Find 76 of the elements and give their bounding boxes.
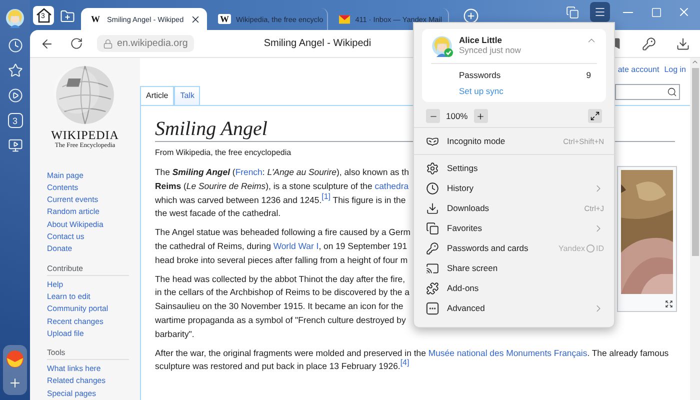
settings-icon [426,162,439,174]
menu-item[interactable]: Share screen [414,258,614,278]
article-link[interactable]: cathedra [374,180,409,191]
cast-icon [426,262,439,274]
star-icon [8,63,22,78]
house-icon [36,8,52,23]
fullscreen-button[interactable] [588,109,602,123]
footnote-link[interactable]: [4] [400,358,410,368]
yandex-id-badge: Yandex ID [558,244,604,252]
mail-icon[interactable] [6,350,24,368]
back-icon [40,36,54,50]
download-icon [676,36,690,50]
avatar-icon [5,8,25,28]
menu-item[interactable]: Passwords and cards Yandex ID [414,238,614,258]
scrollbar-thumb[interactable] [692,68,698,256]
search-icon [667,87,677,97]
article-paragraph: The Angel statue was beheaded following a fire caused by a Germ the cathedral of Reims, during World War I, on 19 September 191 head broke into several pieces after falling from a height of four m [155,226,410,267]
wikipedia-wordmark: WIKIPEDIA [51,128,119,142]
article-subtitle: From Wikipedia, the free encyclopedia [155,148,292,157]
enlarge-icon [665,300,673,308]
footnote-link[interactable]: [1] [322,192,331,201]
passwords-button[interactable] [640,34,658,52]
reload-button[interactable] [68,35,85,52]
plus-icon [476,112,486,120]
wikipedia-favicon: W [218,14,231,24]
article-paragraph: The head was collected by the abbot Thinot the day after the fire, in the cellars of the Archbishop of Reims to be discovered by the a Sainsaulieu on the 30 November 1915. It became an icon for the wartime propaganda as a symbol of "French culture destroyed by barbarity". [155,272,410,341]
user-link[interactable]: ate account [618,64,660,74]
key-icon [642,36,656,50]
zoom-in-button[interactable] [474,109,488,123]
lock-icon [103,38,113,48]
close-icon [677,5,691,19]
passwords-count: 9 [586,70,591,80]
menu-item[interactable]: Add-ons [414,278,614,298]
scroll-up-icon [691,58,699,66]
maximize-icon [650,6,662,18]
profile-name: Alice Little [459,35,503,45]
play-icon [8,88,22,103]
sync-link[interactable]: Set up sync [431,80,504,98]
screen-icon [8,138,22,153]
plus-icon [463,8,479,24]
clock-icon [8,38,22,53]
key-icon [426,242,439,254]
menu-item[interactable]: Favorites [414,218,614,238]
wikipedia-favicon: W [89,14,102,24]
article-link[interactable]: Musée national des Monuments Français [428,348,588,358]
fullscreen-icon [590,111,600,121]
envelope-icon [339,14,350,24]
zoom-out-button[interactable] [426,109,440,123]
menu-item[interactable]: Advanced [414,298,614,318]
article-link[interactable]: World War I [273,240,319,251]
ellipsis-icon [426,302,439,314]
search-field[interactable] [615,84,680,100]
download-icon [426,202,439,214]
page-tab[interactable]: Talk [174,86,200,106]
globe-logo [54,64,116,126]
menu-icon [594,6,606,18]
page-tab[interactable]: Article [140,86,174,106]
clock-icon [426,182,439,194]
menu-item[interactable]: Settings [414,158,614,178]
address-field[interactable]: en.wikipedia.org [97,35,194,52]
avatar-icon [431,35,453,57]
close-icon [190,14,201,24]
article-link[interactable]: French [235,167,262,177]
tab-counter[interactable]: 3 [8,113,22,128]
page-title: Smiling Angel - Wikipedi [264,38,372,49]
sync-status: Synced just now [459,45,522,55]
cards-icon [566,6,578,18]
folder-plus-icon [60,9,75,24]
menu-item[interactable]: History [414,178,614,198]
add-icon [8,376,22,390]
cards-icon [426,222,439,234]
menu-button[interactable] [590,2,610,22]
user-link[interactable]: Log in [664,64,686,74]
passwords-label: Passwords [459,70,501,80]
reload-icon [70,37,83,50]
puzzle-icon [426,282,439,294]
